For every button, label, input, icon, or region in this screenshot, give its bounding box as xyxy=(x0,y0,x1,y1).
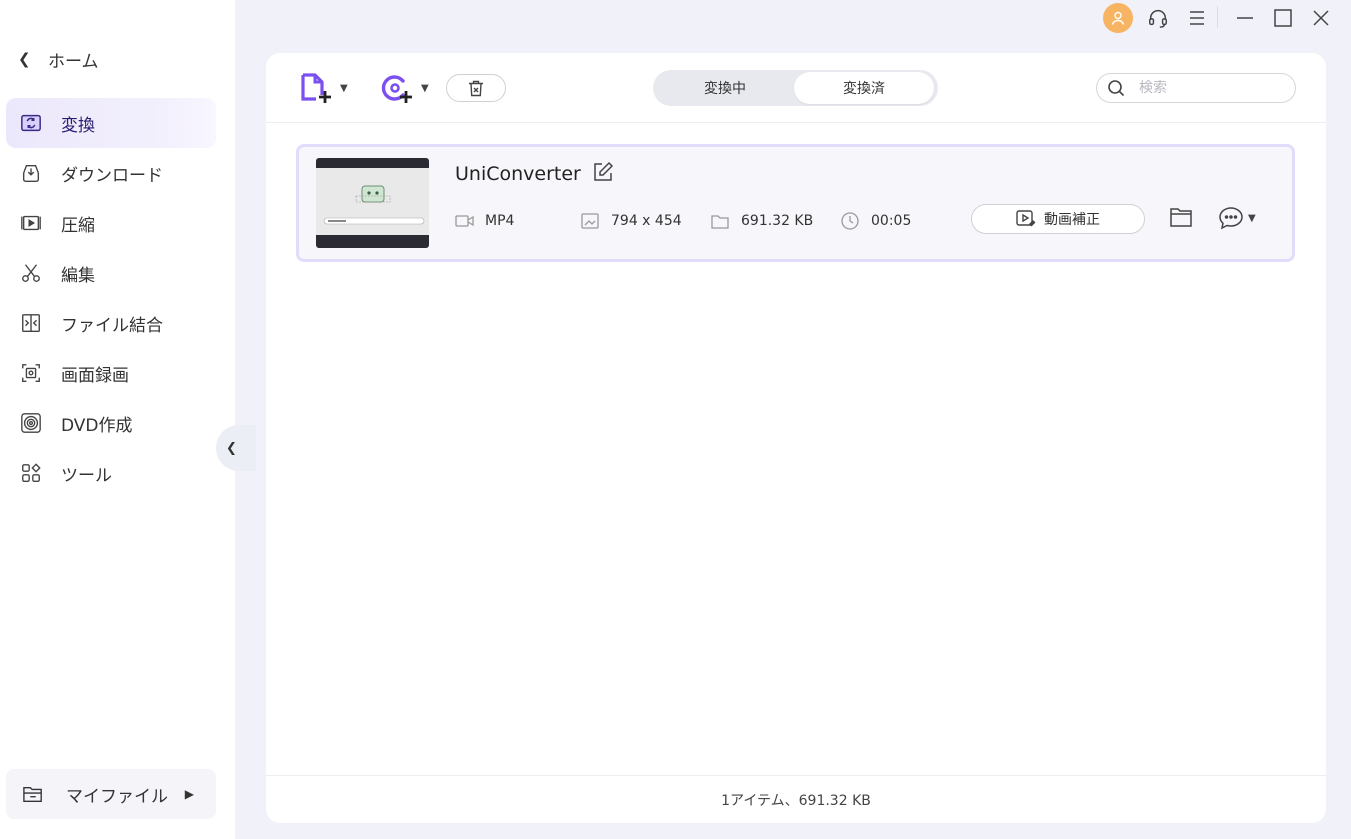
video-thumbnail[interactable] xyxy=(316,158,429,248)
file-resolution: 794 x 454 xyxy=(581,209,682,233)
sidebar-item-label: 編集 xyxy=(61,265,95,286)
tools-icon xyxy=(19,461,43,485)
edit-icon xyxy=(594,161,614,181)
minimize-icon xyxy=(1237,17,1253,19)
tab-converting[interactable]: 変換中 xyxy=(655,72,795,104)
headset-icon xyxy=(1149,10,1167,28)
sidebar-item-label: ダウンロード xyxy=(61,165,163,186)
maximize-button[interactable] xyxy=(1271,6,1295,30)
sidebar-item-download[interactable]: ダウンロード xyxy=(6,148,216,198)
download-icon xyxy=(19,161,43,185)
user-icon xyxy=(1111,11,1125,25)
chevron-right-icon: ▶ xyxy=(184,787,194,801)
folder-icon xyxy=(711,214,733,229)
size-value: 691.32 KB xyxy=(741,213,814,229)
sidebar-item-merge[interactable]: ファイル結合 xyxy=(6,298,216,348)
close-button[interactable] xyxy=(1309,6,1333,30)
sidebar-nav: 変換 ダウンロード 圧縮 編集 ファイル結合 画面録画 DVD作成 ツール xyxy=(6,98,216,498)
dropdown-arrow-icon: ▼ xyxy=(340,82,348,94)
sidebar-item-label: DVD作成 xyxy=(61,415,133,436)
video-camera-icon xyxy=(455,214,477,228)
minimize-button[interactable] xyxy=(1233,6,1257,30)
sidebar-item-edit[interactable]: 編集 xyxy=(6,248,216,298)
search-box xyxy=(1096,73,1296,103)
add-file-icon xyxy=(301,73,331,103)
video-enhance-button[interactable]: 動画補正 xyxy=(971,204,1145,234)
sidebar-item-label: 画面録画 xyxy=(61,365,129,386)
more-options-button[interactable]: ▼ xyxy=(1218,205,1256,231)
hamburger-icon xyxy=(1190,11,1204,25)
item-summary: 1アイテム、691.32 KB xyxy=(721,792,871,809)
dvd-icon xyxy=(19,411,43,435)
open-folder-button[interactable] xyxy=(1169,206,1193,230)
chevron-left-icon: ❮ xyxy=(226,440,237,456)
chat-bubble-icon xyxy=(1219,207,1243,230)
add-files-button[interactable]: ▼ xyxy=(300,71,348,105)
sidebar: ❮ ホーム 変換 ダウンロード 圧縮 編集 ファイル結合 画面録画 DVD作成 … xyxy=(0,0,235,839)
file-duration: 00:05 xyxy=(841,209,911,233)
sidebar-collapse-button[interactable]: ❮ xyxy=(216,425,256,471)
home-label: ホーム xyxy=(48,51,99,72)
my-files-button[interactable]: マイファイル ▶ xyxy=(6,769,216,819)
screen-record-icon xyxy=(19,361,43,385)
dropdown-arrow-icon: ▼ xyxy=(421,82,429,94)
search-input[interactable] xyxy=(1139,80,1279,96)
video-enhance-icon xyxy=(1016,210,1036,227)
duration-value: 00:05 xyxy=(871,213,912,229)
file-size: 691.32 KB xyxy=(711,209,813,233)
close-icon xyxy=(1313,10,1329,26)
file-name: UniConverter xyxy=(455,163,581,185)
merge-icon xyxy=(19,311,43,335)
rename-button[interactable] xyxy=(592,161,616,185)
user-avatar-button[interactable] xyxy=(1103,3,1133,33)
sidebar-item-label: ツール xyxy=(61,465,112,486)
compress-icon xyxy=(19,211,43,235)
search-icon xyxy=(1108,80,1125,97)
sidebar-item-compress[interactable]: 圧縮 xyxy=(6,198,216,248)
scissors-icon xyxy=(19,261,43,285)
format-value: MP4 xyxy=(485,213,515,229)
sidebar-item-dvd[interactable]: DVD作成 xyxy=(6,398,216,448)
titlebar-divider xyxy=(1217,6,1218,28)
sidebar-item-label: ファイル結合 xyxy=(61,315,163,336)
sidebar-item-label: 変換 xyxy=(61,115,95,136)
resolution-icon xyxy=(581,213,603,229)
file-card[interactable]: UniConverter MP4 794 x 454 691.32 KB 00:… xyxy=(296,144,1295,262)
video-enhance-label: 動画補正 xyxy=(1044,212,1100,228)
maximize-icon xyxy=(1274,9,1292,27)
my-files-label: マイファイル xyxy=(66,786,168,807)
sidebar-item-screen-record[interactable]: 画面録画 xyxy=(6,348,216,398)
main-panel: ▼ ▼ 変換中 変換済 検索 UniConverter MP4 794 x 45… xyxy=(266,53,1326,823)
trash-icon xyxy=(469,80,483,96)
status-tabs: 変換中 変換済 xyxy=(653,70,938,106)
add-disc-icon xyxy=(381,75,412,103)
sidebar-item-label: 圧縮 xyxy=(61,215,95,236)
folder-open-icon xyxy=(22,784,44,804)
support-button[interactable] xyxy=(1146,6,1170,30)
convert-icon xyxy=(19,111,43,135)
menu-button[interactable] xyxy=(1185,6,1209,30)
toolbar: ▼ ▼ 変換中 変換済 xyxy=(266,53,1326,123)
sidebar-item-tools[interactable]: ツール xyxy=(6,448,216,498)
delete-button[interactable] xyxy=(446,74,506,102)
folder-icon xyxy=(1170,208,1192,227)
resolution-value: 794 x 454 xyxy=(611,213,682,229)
dropdown-arrow-icon: ▼ xyxy=(1248,212,1256,224)
tab-converted[interactable]: 変換済 xyxy=(794,72,934,104)
clock-icon xyxy=(841,212,863,230)
add-dvd-button[interactable]: ▼ xyxy=(381,71,429,105)
chevron-left-icon: ❮ xyxy=(18,50,31,68)
sidebar-item-convert[interactable]: 変換 xyxy=(6,98,216,148)
file-format: MP4 xyxy=(455,209,514,233)
status-bar: 1アイテム、691.32 KB xyxy=(266,775,1326,823)
home-link[interactable]: ❮ ホーム xyxy=(18,44,99,74)
